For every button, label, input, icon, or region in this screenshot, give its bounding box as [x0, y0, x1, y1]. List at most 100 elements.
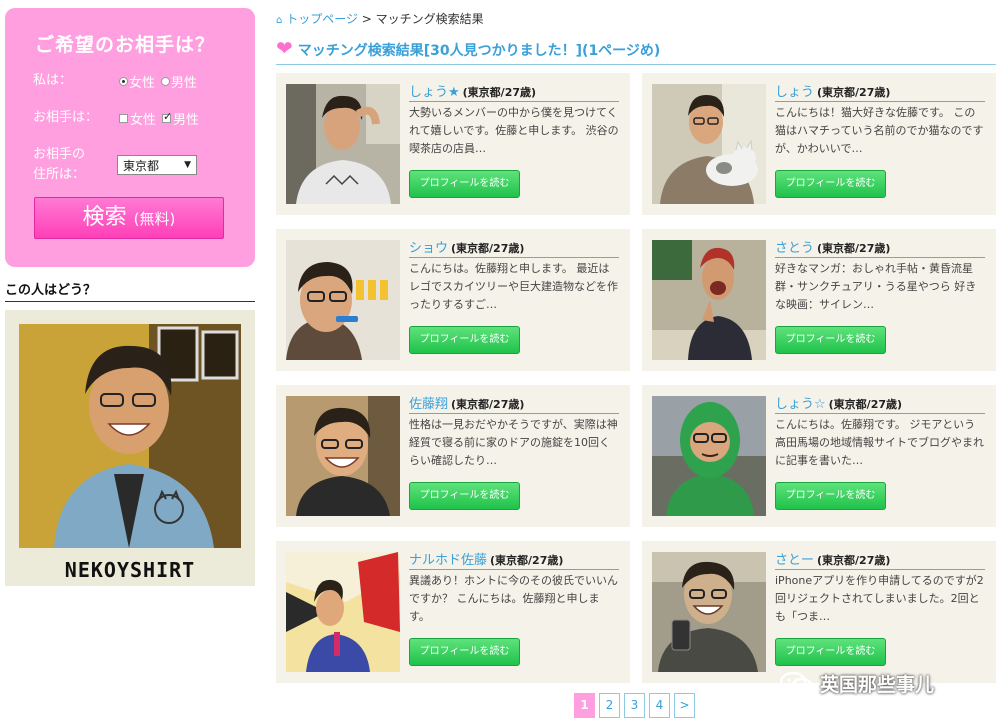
profile-name-link[interactable]: さとう: [775, 237, 814, 256]
radio-selected-icon[interactable]: [119, 76, 128, 86]
profile-intro: こんにちは！猫大好きな佐藤です。 この猫はハマチっていう名前のでか猫なのですが、…: [775, 106, 984, 155]
page-1-button[interactable]: 1: [574, 693, 595, 718]
profile-card: ショウ (東京都/27歳) こんにちは。佐藤翔と申します。 最近はレゴでスカイツ…: [276, 229, 630, 371]
profile-intro: 性格は一見おだやかそうですが、実際は神経質で寝る前に家のドアの施錠を10回くらい…: [409, 418, 618, 467]
profile-name-link[interactable]: 佐藤翔: [409, 393, 448, 412]
breadcrumb: ⌂ トップページ > マッチング検索結果: [276, 10, 484, 27]
read-profile-button[interactable]: プロフィールを読む: [775, 482, 886, 510]
profile-card: 佐藤翔 (東京都/27歳) 性格は一見おだやかそうですが、実際は神経質で寝る前に…: [276, 385, 630, 527]
read-profile-button[interactable]: プロフィールを読む: [409, 170, 520, 198]
address-select[interactable]: 東京都 ▼: [117, 155, 197, 175]
profile-intro: こんにちは。佐藤翔と申します。 最近はレゴでスカイツリーや巨大建造物などを作った…: [409, 262, 618, 311]
profile-name-link[interactable]: ショウ: [409, 237, 448, 256]
profile-info: しょう★ (東京都/27歳) 大勢いるメンバーの中から僕を見つけてくれて嬉しいで…: [409, 81, 619, 158]
profile-meta: (東京都/27歳): [817, 86, 891, 99]
address-row: お相手の 住所は： 東京都 ▼: [33, 145, 227, 185]
read-profile-button[interactable]: プロフィールを読む: [775, 170, 886, 198]
profile-intro: こんにちは。佐藤翔です。 ジモアという高田馬場の地域情報サイトでブログやまれに記…: [775, 418, 984, 467]
profile-photo[interactable]: [652, 396, 766, 516]
read-profile-button[interactable]: プロフィールを読む: [775, 326, 886, 354]
featured-heading: この人はどう？: [5, 279, 255, 302]
profile-info: 佐藤翔 (東京都/27歳) 性格は一見おだやかそうですが、実際は神経質で寝る前に…: [409, 393, 619, 470]
featured-photo[interactable]: NEKOYSHIRT: [5, 310, 255, 586]
profile-meta: (東京都/27歳): [490, 554, 564, 567]
radio-icon[interactable]: [161, 76, 171, 86]
my-gender-male-radio[interactable]: 男性: [161, 72, 197, 91]
featured-caption: NEKOYSHIRT: [64, 558, 196, 582]
breadcrumb-home-link[interactable]: トップページ: [286, 12, 358, 26]
read-profile-button[interactable]: プロフィールを読む: [409, 326, 520, 354]
profile-meta: (東京都/27歳): [817, 554, 891, 567]
profile-card: さとう (東京都/27歳) 好きなマンガ：おしゃれ手帖・黄昏流星群・サンクチュア…: [642, 229, 996, 371]
profile-card: しょう (東京都/27歳) こんにちは！猫大好きな佐藤です。 この猫はハマチって…: [642, 73, 996, 215]
search-button[interactable]: 検索 (無料): [34, 197, 224, 239]
partner-gender-label: お相手は：: [33, 110, 99, 125]
my-gender-female-radio[interactable]: 女性: [119, 72, 155, 91]
profile-photo[interactable]: [652, 84, 766, 204]
pagination: 1 2 3 4 >: [574, 693, 699, 718]
profile-photo[interactable]: [652, 240, 766, 360]
address-label: お相手の 住所は：: [33, 147, 86, 182]
breadcrumb-separator: >: [361, 12, 372, 26]
checkbox-icon[interactable]: [119, 113, 128, 123]
profile-intro: 異議あり！ホントに今のその彼氏でいいんですか？ こんにちは。佐藤翔と申します。: [409, 574, 618, 623]
checkbox-checked-icon[interactable]: [162, 110, 172, 123]
next-page-button[interactable]: >: [674, 693, 695, 718]
profile-name-link[interactable]: しょう★: [409, 81, 460, 100]
profile-info: ショウ (東京都/27歳) こんにちは。佐藤翔と申します。 最近はレゴでスカイツ…: [409, 237, 619, 314]
profile-photo[interactable]: [286, 552, 400, 672]
profile-header: ショウ (東京都/27歳): [409, 237, 619, 258]
results-title: ❤ マッチング検索結果[30人見つかりました！](1ページめ): [276, 35, 996, 65]
profile-header: しょう☆ (東京都/27歳): [775, 393, 985, 414]
profile-card: しょう☆ (東京都/27歳) こんにちは。佐藤翔です。 ジモアという高田馬場の地…: [642, 385, 996, 527]
profile-photo[interactable]: [286, 240, 400, 360]
chevron-down-icon: ▼: [184, 160, 191, 170]
read-profile-button[interactable]: プロフィールを読む: [409, 482, 520, 510]
profile-name-link[interactable]: しょう: [775, 81, 814, 100]
profile-info: ナルホド佐藤 (東京都/27歳) 異議あり！ホントに今のその彼氏でいいんですか？…: [409, 549, 619, 626]
page-4-button[interactable]: 4: [649, 693, 670, 718]
search-panel-title: ご希望のお相手は？: [35, 34, 216, 56]
profile-name-link[interactable]: さとー: [775, 549, 814, 568]
profile-name-link[interactable]: しょう☆: [775, 393, 826, 412]
profile-header: しょう (東京都/27歳): [775, 81, 985, 102]
partner-female-checkbox[interactable]: 女性: [119, 109, 156, 128]
profile-info: しょう☆ (東京都/27歳) こんにちは。佐藤翔です。 ジモアという高田馬場の地…: [775, 393, 985, 470]
read-profile-button[interactable]: プロフィールを読む: [775, 638, 886, 666]
page-2-button[interactable]: 2: [599, 693, 620, 718]
featured-person-photo[interactable]: [19, 324, 241, 548]
wechat-icon: [780, 671, 814, 696]
profile-header: さとう (東京都/27歳): [775, 237, 985, 258]
profile-name-link[interactable]: ナルホド佐藤: [409, 549, 487, 568]
partner-male-checkbox[interactable]: 男性: [162, 109, 199, 128]
profile-meta: (東京都/27歳): [828, 398, 903, 411]
profile-card: ナルホド佐藤 (東京都/27歳) 異議あり！ホントに今のその彼氏でいいんですか？…: [276, 541, 630, 683]
profile-intro: 好きなマンガ：おしゃれ手帖・黄昏流星群・サンクチュアリ・うる星やつら 好きな映画…: [775, 262, 977, 311]
profile-intro: 大勢いるメンバーの中から僕を見つけてくれて嬉しいです。佐藤と申します。 渋谷の喫…: [409, 106, 619, 155]
profile-meta: (東京都/27歳): [462, 86, 537, 99]
profile-header: しょう★ (東京都/27歳): [409, 81, 619, 102]
my-gender-label: 私は：: [33, 73, 73, 88]
profile-photo[interactable]: [286, 84, 400, 204]
partner-gender-row: お相手は： 女性 男性: [33, 108, 227, 128]
profile-info: しょう (東京都/27歳) こんにちは！猫大好きな佐藤です。 この猫はハマチって…: [775, 81, 985, 158]
profile-header: ナルホド佐藤 (東京都/27歳): [409, 549, 619, 570]
profile-header: 佐藤翔 (東京都/27歳): [409, 393, 619, 414]
profile-card: しょう★ (東京都/27歳) 大勢いるメンバーの中から僕を見つけてくれて嬉しいで…: [276, 73, 630, 215]
profile-photo[interactable]: [286, 396, 400, 516]
profile-meta: (東京都/27歳): [451, 242, 525, 255]
profile-intro: iPhoneアプリを作り申請してるのですが2回リジェクトされてしまいました。2回…: [775, 574, 984, 623]
page-3-button[interactable]: 3: [624, 693, 645, 718]
watermark: 英国那些事儿: [780, 670, 934, 697]
home-icon: ⌂: [276, 15, 283, 26]
search-panel: ご希望のお相手は？ 私は： 女性 男性 お相手は： 女性 男性 お相手の 住所は…: [5, 8, 255, 267]
heart-icon: ❤: [276, 35, 293, 60]
profile-meta: (東京都/27歳): [817, 242, 891, 255]
read-profile-button[interactable]: プロフィールを読む: [409, 638, 520, 666]
breadcrumb-current: マッチング検索結果: [375, 12, 484, 26]
profile-card: さとー (東京都/27歳) iPhoneアプリを作り申請してるのですが2回リジェ…: [642, 541, 996, 683]
profile-photo[interactable]: [652, 552, 766, 672]
profile-meta: (東京都/27歳): [451, 398, 525, 411]
my-gender-row: 私は： 女性 男性: [33, 71, 227, 91]
profile-info: さとう (東京都/27歳) 好きなマンガ：おしゃれ手帖・黄昏流星群・サンクチュア…: [775, 237, 985, 314]
